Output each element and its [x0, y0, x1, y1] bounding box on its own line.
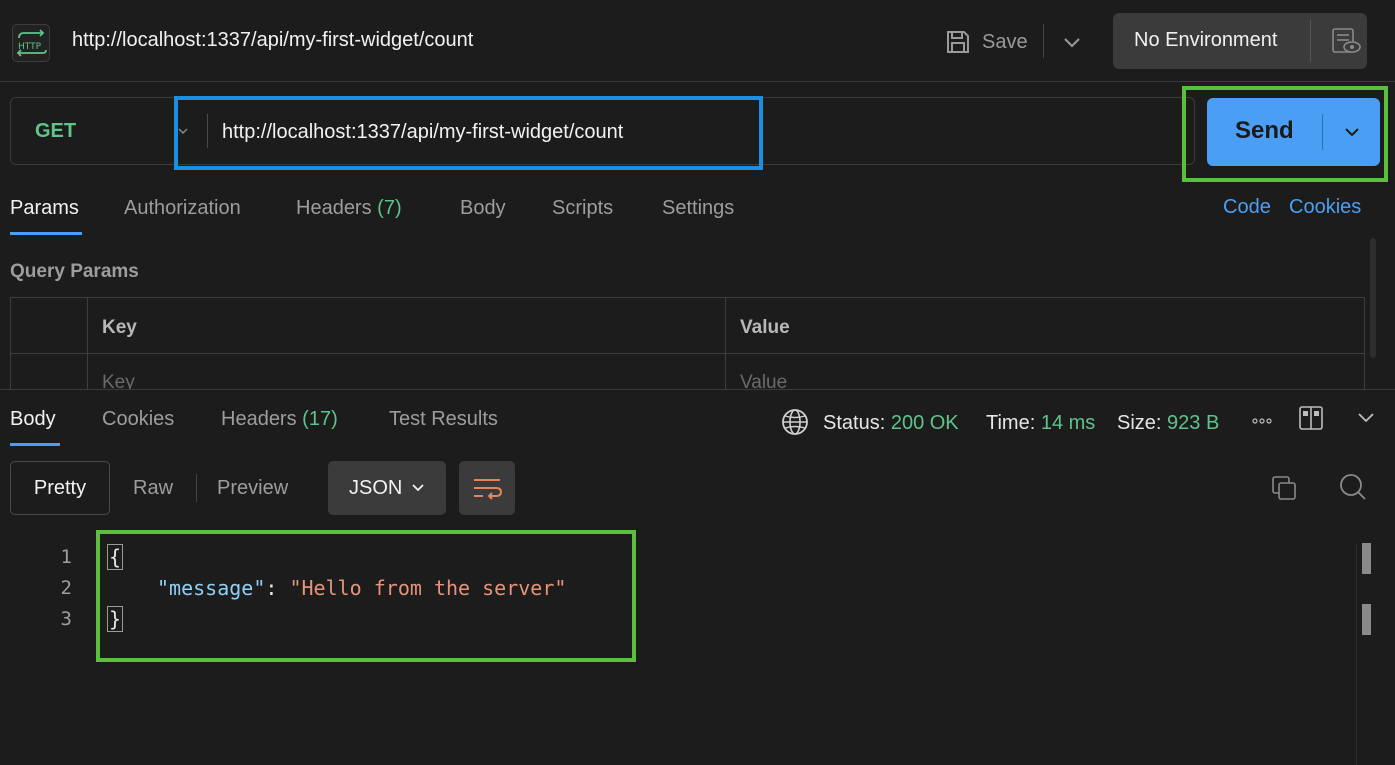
- divider: [196, 474, 197, 502]
- response-tab-headers-count: (17): [302, 408, 338, 430]
- column-header-key: Key: [102, 317, 137, 338]
- size-label: Size:: [1117, 412, 1162, 434]
- preview-button[interactable]: Preview: [217, 477, 288, 500]
- format-label[interactable]: JSON: [349, 477, 402, 500]
- table-divider: [87, 297, 88, 392]
- more-icon[interactable]: [1250, 411, 1274, 431]
- url-highlight-box: [174, 96, 763, 170]
- chevron-down-icon[interactable]: [410, 480, 426, 496]
- scrollbar-thumb[interactable]: [1362, 543, 1371, 574]
- tab-params[interactable]: Params: [10, 197, 79, 220]
- active-tab-indicator: [10, 232, 82, 235]
- response-tab-body[interactable]: Body: [10, 408, 56, 431]
- send-highlight-box: [1182, 86, 1388, 182]
- line-number: 2: [60, 577, 72, 599]
- scrollbar-track: [1356, 543, 1357, 765]
- tab-body[interactable]: Body: [460, 197, 506, 220]
- search-icon[interactable]: [1338, 472, 1368, 502]
- layout-icon[interactable]: [1298, 405, 1324, 431]
- line-number: 1: [60, 546, 72, 568]
- response-time: Time: 14 ms: [986, 412, 1095, 435]
- size-value: 923 B: [1167, 412, 1220, 434]
- time-value: 14 ms: [1040, 412, 1096, 434]
- divider: [1043, 24, 1044, 58]
- raw-button[interactable]: Raw: [133, 477, 173, 500]
- wrap-lines-icon: [474, 479, 503, 500]
- table-divider: [725, 297, 726, 392]
- column-header-value: Value: [740, 317, 790, 338]
- environment-label[interactable]: No Environment: [1134, 29, 1277, 52]
- scrollbar[interactable]: [1370, 238, 1376, 358]
- request-title[interactable]: http://localhost:1337/api/my-first-widge…: [72, 29, 473, 52]
- response-tab-headers-label: Headers: [221, 408, 297, 430]
- copy-icon[interactable]: [1270, 474, 1298, 502]
- response-status: Status: 200 OK: [823, 412, 959, 435]
- scrollbar-thumb[interactable]: [1362, 604, 1371, 635]
- save-icon: [947, 31, 969, 53]
- status-label: Status:: [823, 412, 886, 434]
- response-highlight-box: [96, 530, 636, 662]
- response-tab-headers[interactable]: Headers (17): [221, 408, 338, 431]
- query-params-table: [10, 297, 1365, 392]
- tab-headers[interactable]: Headers (7): [296, 197, 402, 220]
- globe-icon[interactable]: [780, 407, 810, 437]
- active-tab-indicator: [10, 443, 60, 446]
- tab-authorization[interactable]: Authorization: [124, 197, 241, 220]
- pretty-button[interactable]: Pretty: [10, 461, 110, 515]
- save-menu-chevron-down-icon[interactable]: [1060, 30, 1084, 54]
- tab-settings[interactable]: Settings: [662, 197, 734, 220]
- http-icon: HTTP: [12, 24, 50, 62]
- response-size: Size: 923 B: [1117, 412, 1219, 435]
- time-label: Time:: [986, 412, 1036, 434]
- tab-scripts[interactable]: Scripts: [552, 197, 613, 220]
- tab-headers-count: (7): [377, 197, 402, 219]
- environment-eye-icon[interactable]: [1330, 26, 1362, 56]
- method-select[interactable]: GET: [35, 120, 76, 143]
- query-params-title: Query Params: [10, 261, 139, 282]
- wrap-lines-button[interactable]: [459, 461, 515, 515]
- response-tab-test-results[interactable]: Test Results: [389, 408, 498, 431]
- tab-headers-label: Headers: [296, 197, 372, 219]
- save-label: Save: [982, 30, 1028, 53]
- save-button[interactable]: Save: [944, 25, 1036, 59]
- response-tab-cookies[interactable]: Cookies: [102, 408, 174, 431]
- status-value: 200 OK: [890, 412, 959, 434]
- table-divider: [10, 353, 1365, 354]
- cookies-link[interactable]: Cookies: [1289, 196, 1361, 219]
- divider: [1310, 20, 1311, 62]
- line-number: 3: [60, 608, 72, 630]
- svg-text:HTTP: HTTP: [18, 42, 42, 52]
- collapse-chevron-down-icon[interactable]: [1354, 408, 1378, 428]
- code-link[interactable]: Code: [1223, 196, 1271, 219]
